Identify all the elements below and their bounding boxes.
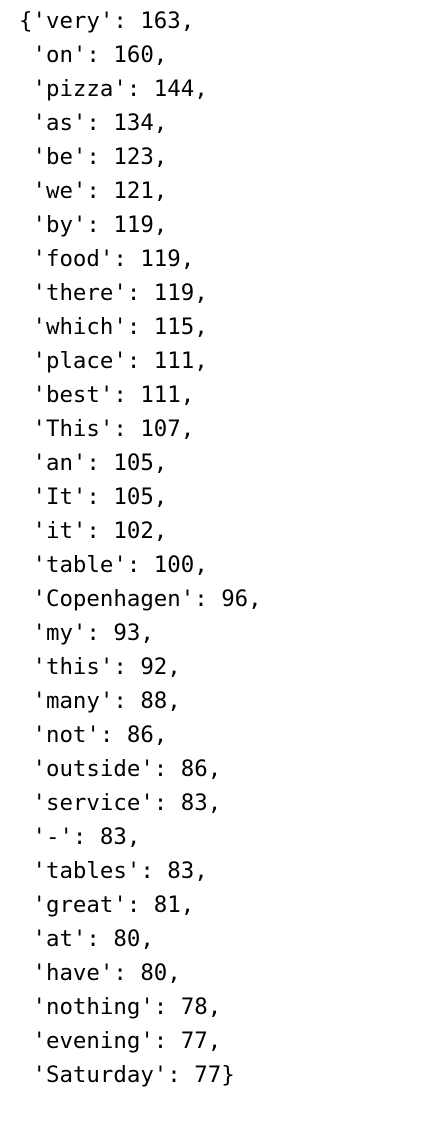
output-line: 'evening': 77, [19,1028,222,1054]
output-line: 'as': 134, [19,110,168,136]
cell-output-panel: {'very': 163, 'on': 160, 'pizza': 144, '… [0,0,448,1124]
output-line: 'by': 119, [19,212,168,238]
dict-output-text: {'very': 163, 'on': 160, 'pizza': 144, '… [19,4,262,1092]
output-line: 'Copenhagen': 96, [19,586,262,612]
output-line: 'many': 88, [19,688,181,714]
output-line: 'pizza': 144, [19,76,208,102]
output-line: 'have': 80, [19,960,181,986]
output-line: '-': 83, [19,824,141,850]
output-line: 'my': 93, [19,620,154,646]
output-line: 'great': 81, [19,892,195,918]
output-line: 'This': 107, [19,416,195,442]
output-line: 'we': 121, [19,178,168,204]
output-line: 'on': 160, [19,42,168,68]
output-line: 'table': 100, [19,552,208,578]
output-line: 'nothing': 78, [19,994,222,1020]
output-line: 'it': 102, [19,518,168,544]
output-line: 'be': 123, [19,144,168,170]
output-line: 'It': 105, [19,484,168,510]
output-line: 'not': 86, [19,722,168,748]
output-line: 'service': 83, [19,790,222,816]
output-line: 'an': 105, [19,450,168,476]
output-line: 'best': 111, [19,382,195,408]
output-line: 'Saturday': 77} [19,1062,235,1088]
output-line: 'there': 119, [19,280,208,306]
output-line: 'which': 115, [19,314,208,340]
output-line: 'place': 111, [19,348,208,374]
output-line: 'at': 80, [19,926,154,952]
output-line: {'very': 163, [19,8,195,34]
output-line: 'outside': 86, [19,756,222,782]
output-line: 'food': 119, [19,246,195,272]
output-line: 'this': 92, [19,654,181,680]
output-line: 'tables': 83, [19,858,208,884]
